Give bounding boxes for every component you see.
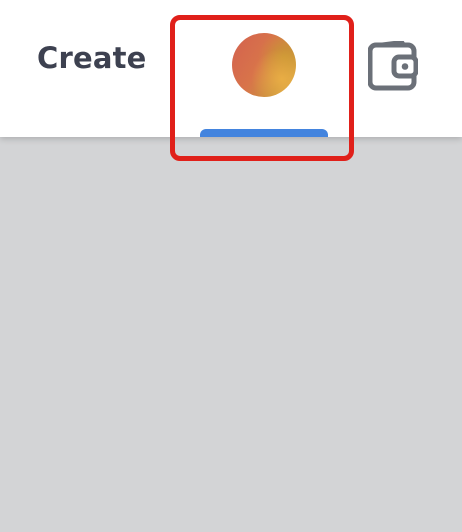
page: Create xyxy=(0,0,462,532)
profile-nav-item[interactable] xyxy=(170,15,354,161)
wallet-icon xyxy=(367,40,419,91)
wallet-button[interactable] xyxy=(367,40,419,91)
top-nav: Create xyxy=(0,0,462,161)
create-link[interactable]: Create xyxy=(37,44,147,73)
avatar[interactable] xyxy=(232,33,296,97)
active-tab-indicator xyxy=(200,129,328,137)
